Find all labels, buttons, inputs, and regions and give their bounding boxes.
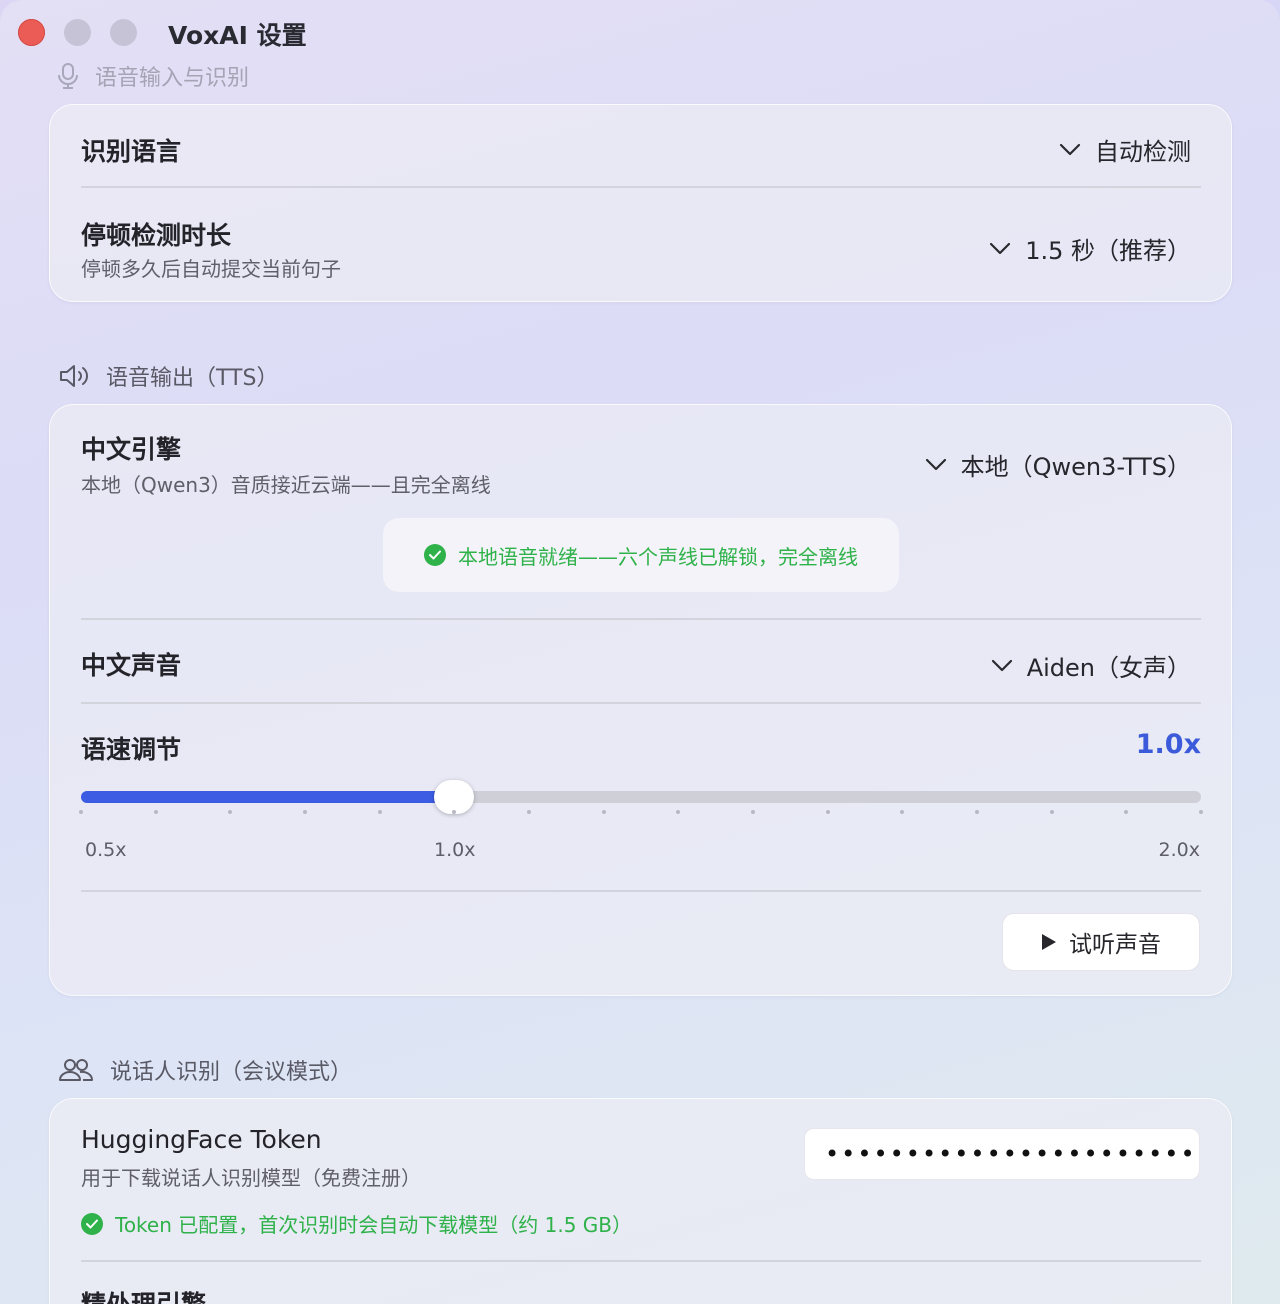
people-icon: [59, 1059, 94, 1081]
speed-tick: [303, 810, 307, 814]
checkmark-icon: [81, 1212, 103, 1235]
section-diarization-title: 说话人识别（会议模式）: [110, 1060, 353, 1085]
speed-slider-thumb[interactable]: [434, 780, 475, 814]
chevron-down-icon: [990, 242, 1011, 254]
section-speech-output-title: 语音输出（TTS）: [106, 366, 279, 391]
speech-input-card: 识别语言 自动检测 停顿检测时长 停顿多久后自动提交当前句子 1.5 秒（推荐）: [49, 104, 1232, 302]
pause-subtitle: 停顿多久后自动提交当前句子: [81, 257, 341, 281]
speed-tick: [900, 810, 905, 814]
section-speech-input-header: 语音输入与识别: [57, 60, 249, 92]
preview-voice-label: 试听声音: [1069, 932, 1161, 958]
language-select[interactable]: 自动检测: [1059, 132, 1191, 167]
speed-tick: [676, 810, 681, 814]
speed-tick: [527, 810, 531, 814]
window-title: VoxAI 设置: [168, 21, 307, 50]
pause-label: 停顿检测时长: [81, 221, 232, 250]
chevron-down-icon: [991, 659, 1012, 671]
window-close-button[interactable]: [18, 19, 45, 46]
speed-tick: [975, 810, 979, 814]
speed-value: 1.0x: [1135, 729, 1201, 760]
preview-voice-button[interactable]: 试听声音: [1002, 913, 1200, 971]
diarization-card: HuggingFace Token 用于下载说话人识别模型（免费注册） ••••…: [49, 1098, 1232, 1304]
voice-select-value: Aiden（女声）: [1026, 654, 1191, 682]
speed-tick: [1049, 810, 1054, 814]
divider: [81, 1260, 1201, 1262]
voice-label: 中文声音: [81, 651, 182, 680]
speed-slider-fill: [81, 791, 455, 803]
processing-engine-label: 精处理引擎: [81, 1285, 206, 1304]
engine-ready-text: 本地语音就绪——六个声线已解锁，完全离线: [458, 544, 858, 569]
speed-tick: [153, 810, 158, 814]
window-minimize-button[interactable]: [64, 19, 91, 46]
speed-min-label: 0.5x: [85, 839, 127, 861]
token-status: Token 已配置，首次识别时会自动下载模型（约 1.5 GB）: [81, 1209, 632, 1238]
divider: [81, 890, 1201, 892]
token-label: HuggingFace Token: [81, 1125, 322, 1154]
microphone-icon: [58, 63, 78, 89]
speed-tick: [1199, 810, 1203, 814]
speed-tick: [825, 810, 830, 814]
speed-max-label: 2.0x: [1158, 839, 1200, 861]
pause-select[interactable]: 1.5 秒（推荐）: [989, 231, 1191, 266]
chevron-down-icon: [925, 458, 946, 470]
speed-tick: [228, 810, 233, 814]
section-speech-output-header: 语音输出（TTS）: [58, 360, 278, 392]
engine-ready-status: 本地语音就绪——六个声线已解锁，完全离线: [383, 518, 899, 592]
language-label: 识别语言: [81, 137, 182, 166]
section-diarization-header: 说话人识别（会议模式）: [58, 1054, 352, 1086]
speed-label: 语速调节: [81, 735, 182, 764]
engine-subtitle: 本地（Qwen3）音质接近云端——且完全离线: [81, 473, 491, 497]
settings-window: VoxAI 设置 语音输入与识别 识别语言 自动检测 停顿检测时长 停顿多久后自…: [0, 0, 1280, 1304]
speed-slider[interactable]: [81, 780, 1201, 814]
engine-label: 中文引擎: [81, 435, 182, 464]
section-speech-input-title: 语音输入与识别: [95, 66, 250, 91]
speed-tick: [601, 810, 606, 814]
speed-tick: [79, 810, 83, 814]
chevron-down-icon: [1059, 143, 1081, 155]
language-select-value: 自动检测: [1095, 138, 1191, 166]
speed-tick: [1124, 810, 1129, 814]
pause-select-value: 1.5 秒（推荐）: [1025, 237, 1191, 265]
speed-mid-label: 1.0x: [434, 839, 476, 861]
divider: [81, 702, 1201, 704]
speed-tick: [751, 810, 755, 814]
speed-tick: [377, 810, 382, 814]
token-status-text: Token 已配置，首次识别时会自动下载模型（约 1.5 GB）: [115, 1213, 633, 1237]
speaker-icon: [60, 365, 88, 387]
token-subtitle: 用于下载说话人识别模型（免费注册）: [81, 1166, 421, 1190]
engine-select[interactable]: 本地（Qwen3-TTS）: [925, 447, 1191, 482]
speech-output-card: 中文引擎 本地（Qwen3）音质接近云端——且完全离线 本地（Qwen3-TTS…: [49, 404, 1232, 996]
voice-select[interactable]: Aiden（女声）: [991, 648, 1191, 683]
divider: [81, 186, 1201, 188]
hf-token-field[interactable]: ••••••••••••••••••••••••••••: [804, 1128, 1200, 1180]
divider: [81, 618, 1201, 620]
play-icon: [1042, 934, 1056, 950]
engine-select-value: 本地（Qwen3-TTS）: [960, 453, 1191, 481]
window-zoom-button[interactable]: [110, 19, 137, 46]
checkmark-icon: [424, 544, 446, 566]
